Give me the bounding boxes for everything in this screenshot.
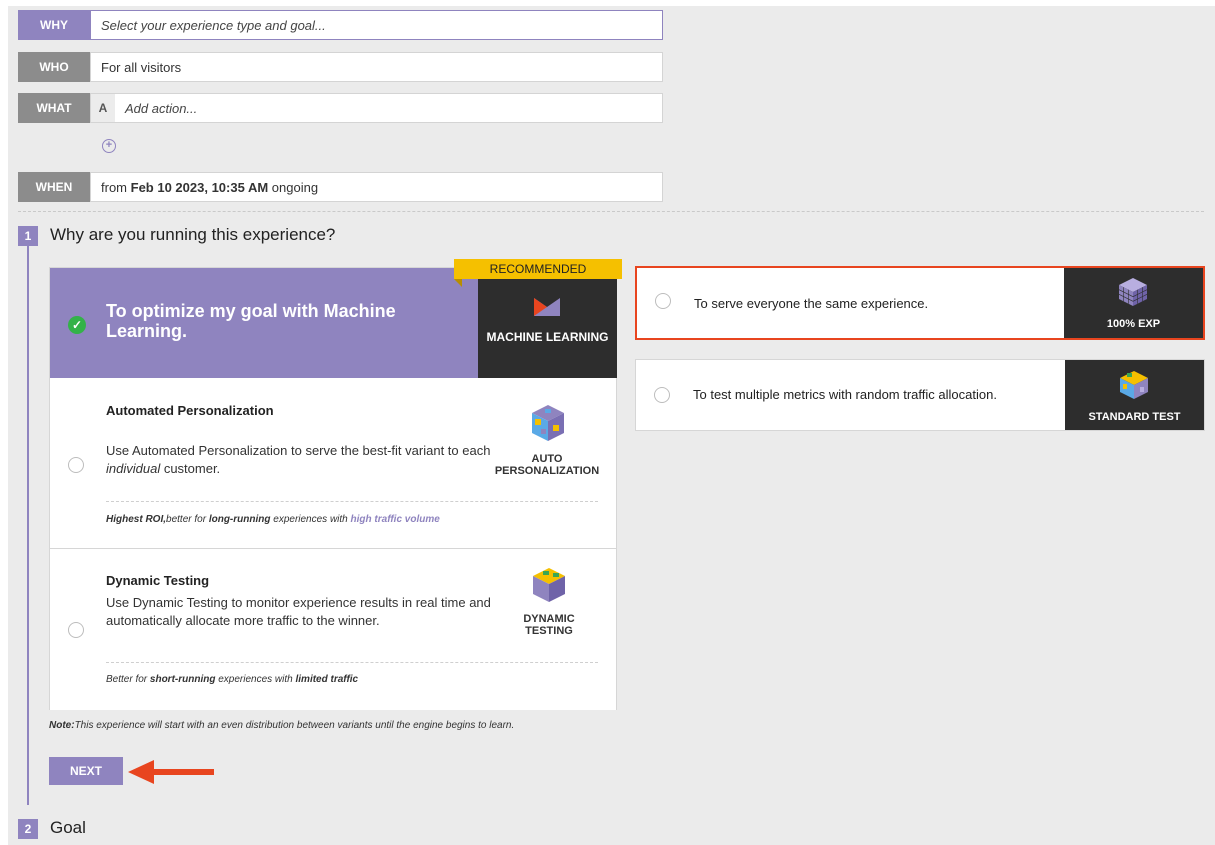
what-field[interactable]: A Add action... [90, 93, 663, 123]
ml-badge-label: MACHINE LEARNING [486, 330, 609, 344]
who-row: WHO For all visitors [18, 52, 663, 82]
option-description: Use Dynamic Testing to monitor experienc… [106, 595, 491, 628]
radio-dynamic-testing[interactable] [68, 622, 84, 638]
step-1-number: 1 [18, 226, 38, 246]
radio-auto-personalization[interactable] [68, 457, 84, 473]
ml-badge: MACHINE LEARNING [478, 268, 617, 378]
ribbon-fold [454, 279, 462, 287]
standard-test-cube-icon [1120, 371, 1148, 399]
option-dynamic-testing[interactable]: Dynamic Testing Use Dynamic Testing to m… [50, 550, 616, 710]
machine-learning-logo-icon [534, 298, 560, 316]
what-row: WHAT A Add action... [18, 93, 663, 123]
plus-circle-icon[interactable]: + [102, 139, 116, 153]
section-divider [18, 211, 1204, 212]
option-footnote: Better for short-running experiences wit… [106, 674, 358, 685]
option-footnote: Highest ROI,better for long-running expe… [106, 514, 440, 525]
step-1-title: Why are you running this experience? [50, 225, 336, 244]
recommended-ribbon: RECOMMENDED [454, 259, 622, 279]
variant-a-tag: A [91, 94, 115, 122]
standard-test-text: To test multiple metrics with random tra… [693, 387, 997, 402]
step-timeline-line [27, 245, 29, 805]
ml-header[interactable]: ✓ To optimize my goal with Machine Learn… [50, 268, 478, 378]
step-2-number: 2 [18, 819, 38, 839]
foot-bold: short-running [149, 674, 216, 685]
check-circle-icon: ✓ [68, 316, 86, 334]
ml-title: To optimize my goal with Machine Learnin… [106, 301, 396, 341]
standard-test-badge-label: STANDARD TEST [1088, 411, 1181, 423]
foot-highlight: high traffic volume [350, 514, 440, 525]
same-experience-text: To serve everyone the same experience. [694, 296, 929, 311]
desc-italic: individual [106, 461, 161, 476]
when-suffix: ongoing [268, 179, 319, 195]
foot-bold: long-running [208, 514, 271, 525]
step-2-title[interactable]: Goal [50, 818, 86, 838]
next-button[interactable]: NEXT [49, 757, 123, 785]
distribution-note: Note:This experience will start with an … [49, 720, 514, 731]
when-date: Feb 10 2023, 10:35 AM [130, 179, 269, 195]
when-field[interactable]: from Feb 10 2023, 10:35 AM ongoing [90, 172, 663, 202]
cube-grid-icon [1118, 278, 1148, 306]
option-title: Automated Personalization [106, 403, 274, 418]
when-label: WHEN [18, 172, 90, 202]
arrow-left-icon [128, 760, 214, 784]
dynamic-label-1: DYNAMIC [523, 613, 575, 625]
option-same-experience[interactable]: To serve everyone the same experience. 1… [635, 266, 1205, 340]
auto-label-1: AUTO [531, 453, 563, 465]
why-field[interactable]: Select your experience type and goal... [90, 10, 663, 40]
who-label: WHO [18, 52, 90, 82]
option-description: Use Automated Personalization to serve t… [106, 442, 496, 478]
why-label: WHY [18, 10, 90, 40]
when-prefix: from [101, 179, 131, 195]
foot-bold: Highest ROI, [106, 514, 167, 525]
when-row: WHEN from Feb 10 2023, 10:35 AM ongoing [18, 172, 663, 202]
note-bold: Note: [49, 720, 75, 731]
why-row: WHY Select your experience type and goal… [18, 10, 663, 40]
standard-test-badge: STANDARD TEST [1065, 360, 1204, 430]
foot-text: better for [166, 514, 209, 525]
desc-part: customer. [160, 461, 221, 476]
option-divider [106, 662, 598, 663]
foot-text: experiences with [270, 514, 351, 525]
option-divider [106, 501, 598, 502]
foot-bold: limited traffic [295, 674, 359, 685]
add-action-placeholder: Add action... [125, 100, 198, 116]
option-auto-personalization[interactable]: Automated Personalization Use Automated … [50, 379, 616, 549]
auto-personalization-cube-icon [532, 405, 564, 441]
foot-text: Better for [106, 674, 150, 685]
option-title: Dynamic Testing [106, 573, 210, 588]
dynamic-label-2: TESTING [525, 625, 573, 637]
auto-label-2: PERSONALIZATION [494, 465, 600, 477]
what-label: WHAT [18, 93, 90, 123]
foot-text: experiences with [215, 674, 296, 685]
option-standard-test[interactable]: To test multiple metrics with random tra… [635, 359, 1205, 431]
exp-badge-label: 100% EXP [1106, 318, 1161, 330]
who-field[interactable]: For all visitors [90, 52, 663, 82]
desc-part: Use Automated Personalization to serve t… [106, 443, 491, 458]
ml-card: ✓ To optimize my goal with Machine Learn… [49, 267, 617, 710]
exp-badge: 100% EXP [1064, 268, 1203, 338]
radio-standard-test[interactable] [654, 387, 670, 403]
note-text: This experience will start with an even … [74, 720, 515, 731]
dynamic-testing-cube-icon [533, 568, 565, 602]
radio-same-experience[interactable] [655, 293, 671, 309]
